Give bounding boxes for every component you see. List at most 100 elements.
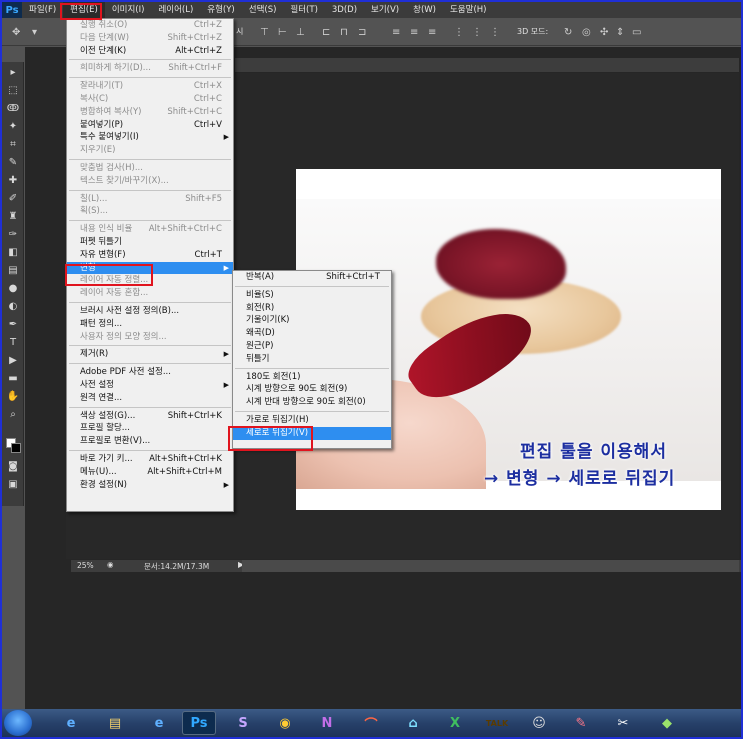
clone-stamp-icon[interactable]: ♜ [5, 210, 21, 224]
align-top-icon[interactable]: ⊤ [260, 27, 269, 38]
move-tool-icon[interactable]: ▸ [5, 66, 21, 80]
menu-item[interactable]: Adobe PDF 사전 설정... [67, 366, 233, 379]
distribute-right-icon[interactable]: ⋮ [490, 27, 500, 38]
menu-item[interactable]: 환경 설정(N) ▶ [67, 479, 233, 492]
proof-icon[interactable]: ◉ [107, 560, 114, 569]
3d-scale-icon[interactable]: ▭ [632, 27, 641, 38]
menu-item[interactable]: 자유 변형(F) Ctrl+T [67, 249, 233, 262]
distribute-left-icon[interactable]: ⋮ [454, 27, 464, 38]
hand-tool-icon[interactable]: ✋ [5, 390, 21, 404]
brush-tool-icon[interactable]: ✐ [5, 192, 21, 206]
menu-item[interactable]: 회전(R) [233, 302, 391, 315]
distribute-top-icon[interactable]: ≡ [392, 27, 400, 38]
menu-image[interactable]: 이미지(I) [105, 2, 152, 18]
menu-item[interactable]: 특수 붙여넣기(I) ▶ [67, 131, 233, 144]
menu-item[interactable]: 가로로 뒤집기(H) [233, 414, 391, 427]
menu-item[interactable]: 이전 단계(K) Alt+Ctrl+Z [67, 45, 233, 58]
blur-tool-icon[interactable]: ● [5, 282, 21, 296]
menu-item[interactable]: 반복(A) Shift+Ctrl+T [233, 271, 391, 284]
align-middle-icon[interactable]: ⊢ [278, 27, 287, 38]
menu-filter[interactable]: 필터(T) [283, 2, 324, 18]
align-right-icon[interactable]: ⊐ [358, 27, 366, 38]
3d-rotate-icon[interactable]: ↻ [564, 27, 572, 38]
menu-type[interactable]: 유형(Y) [200, 2, 241, 18]
menu-item[interactable]: 메뉴(U)... Alt+Shift+Ctrl+M [67, 466, 233, 479]
chevron-down-icon[interactable]: ▾ [32, 27, 37, 38]
dodge-tool-icon[interactable]: ◐ [5, 300, 21, 314]
file-explorer-icon[interactable]: ▤ [98, 711, 132, 735]
3d-roll-icon[interactable]: ◎ [582, 27, 591, 38]
3d-pan-icon[interactable]: ✣ [600, 27, 608, 38]
menu-item[interactable]: 기울이기(K) [233, 314, 391, 327]
menu-item[interactable]: 원격 연결... [67, 392, 233, 405]
menu-item[interactable]: 시계 반대 방향으로 90도 회전(0) [233, 396, 391, 409]
snipping-tool-icon[interactable]: ✂ [606, 711, 640, 735]
distribute-center-icon[interactable]: ⋮ [472, 27, 482, 38]
menu-item[interactable]: 프로필 할당... [67, 422, 233, 435]
menu-item[interactable]: 시계 방향으로 90도 회전(9) [233, 383, 391, 396]
arc-app-icon[interactable]: ⌒ [354, 711, 388, 735]
menu-item[interactable]: 브러시 사전 설정 정의(B)... [67, 305, 233, 318]
lasso-tool-icon[interactable]: ↂ [5, 102, 21, 116]
menu-file[interactable]: 파일(F) [22, 2, 63, 18]
align-bottom-icon[interactable]: ⊥ [296, 27, 305, 38]
horizontal-scrollbar[interactable] [242, 560, 739, 572]
crop-tool-icon[interactable]: ⌗ [5, 138, 21, 152]
menu-item-label: 사전 설정 [80, 379, 114, 390]
align-center-icon[interactable]: ⊓ [340, 27, 348, 38]
menu-3d[interactable]: 3D(D) [325, 2, 364, 18]
distribute-middle-icon[interactable]: ≡ [410, 27, 418, 38]
distribute-bottom-icon[interactable]: ≡ [428, 27, 436, 38]
menu-item[interactable]: 프로필로 변환(V)... [67, 435, 233, 448]
marquee-tool-icon[interactable]: ⬚ [5, 84, 21, 98]
internet-explorer-icon[interactable]: e [54, 711, 88, 735]
pen-tool-icon[interactable]: ✒ [5, 318, 21, 332]
background-color-swatch[interactable] [11, 443, 21, 453]
menu-select[interactable]: 선택(S) [242, 2, 284, 18]
excel-icon[interactable]: X [438, 711, 472, 735]
type-tool-icon[interactable]: T [5, 336, 21, 350]
menu-layer[interactable]: 레이어(L) [151, 2, 200, 18]
onenote-icon[interactable]: N [310, 711, 344, 735]
menu-item[interactable]: 180도 회전(1) [233, 371, 391, 384]
photoshop-taskbar-icon[interactable]: Ps [182, 711, 216, 735]
eraser-tool-icon[interactable]: ◧ [5, 246, 21, 260]
start-button[interactable] [4, 710, 32, 736]
screen-mode-icon[interactable]: ▣ [5, 478, 21, 492]
menu-view[interactable]: 보기(V) [364, 2, 406, 18]
healing-brush-icon[interactable]: ✚ [5, 174, 21, 188]
menu-item[interactable]: 비율(S) [233, 289, 391, 302]
messenger-icon[interactable]: ☺ [522, 711, 556, 735]
menu-item[interactable]: 원근(P) [233, 340, 391, 353]
magic-wand-icon[interactable]: ✦ [5, 120, 21, 134]
menu-item[interactable]: 퍼펫 뒤틀기 [67, 236, 233, 249]
app-s-icon[interactable]: S [226, 711, 260, 735]
menu-item[interactable]: 바로 가기 키... Alt+Shift+Ctrl+K [67, 453, 233, 466]
3d-slide-icon[interactable]: ⇕ [616, 27, 624, 38]
menu-help[interactable]: 도움말(H) [443, 2, 493, 18]
network-icon[interactable]: ⌂ [396, 711, 430, 735]
paint-icon[interactable]: ✎ [564, 711, 598, 735]
menu-item[interactable]: 제거(R) ▶ [67, 348, 233, 361]
quick-mask-icon[interactable]: ◙ [5, 460, 21, 474]
move-tool-icon[interactable]: ✥ [12, 27, 20, 38]
zoom-tool-icon[interactable]: ⌕ [5, 408, 21, 422]
history-brush-icon[interactable]: ✑ [5, 228, 21, 242]
shape-tool-icon[interactable]: ▬ [5, 372, 21, 386]
chrome-icon[interactable]: ◉ [268, 711, 302, 735]
menu-item[interactable]: 뒤틀기 [233, 353, 391, 366]
path-selection-icon[interactable]: ▶ [5, 354, 21, 368]
menu-item[interactable]: 사전 설정 ▶ [67, 379, 233, 392]
menu-item[interactable]: 패턴 정의... [67, 318, 233, 331]
menu-item[interactable]: 왜곡(D) [233, 327, 391, 340]
menu-item[interactable]: 색상 설정(G)... Shift+Ctrl+K [67, 410, 233, 423]
internet-explorer-icon[interactable]: e [142, 711, 176, 735]
menu-window[interactable]: 창(W) [406, 2, 443, 18]
app-cube-icon[interactable]: ◆ [650, 711, 684, 735]
eyedropper-icon[interactable]: ✎ [5, 156, 21, 170]
gradient-tool-icon[interactable]: ▤ [5, 264, 21, 278]
kakaotalk-icon[interactable]: TALK [480, 711, 514, 735]
align-left-icon[interactable]: ⊏ [322, 27, 330, 38]
zoom-level[interactable]: 25% [77, 561, 94, 570]
menu-item[interactable]: 붙여넣기(P) Ctrl+V [67, 119, 233, 132]
